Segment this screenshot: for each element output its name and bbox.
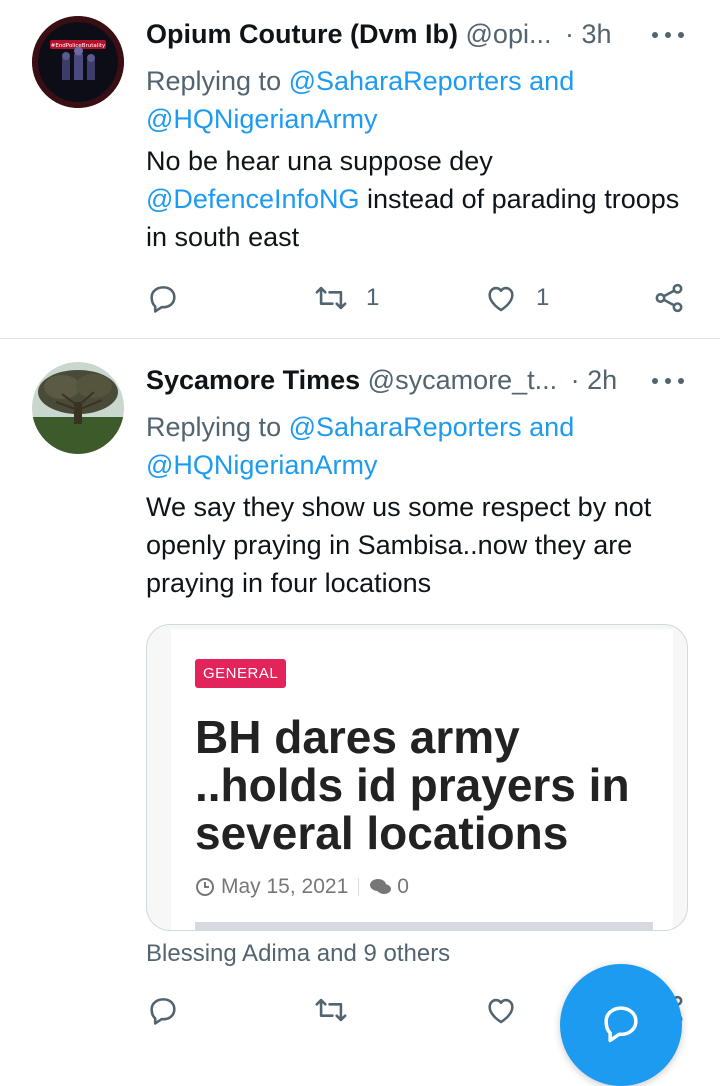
clock-icon <box>196 878 214 896</box>
more-icon[interactable] <box>648 16 688 52</box>
replying-and[interactable]: and <box>529 412 574 442</box>
user-handle[interactable]: @opi... <box>466 19 552 49</box>
avatar-image: #EndPoliceBrutality <box>32 16 124 108</box>
user-handle[interactable]: @sycamore_t... <box>368 365 557 395</box>
category-badge: GENERAL <box>195 659 287 688</box>
like-icon <box>488 998 514 1024</box>
comments-icon <box>370 879 392 894</box>
tweet-1[interactable]: #EndPoliceBrutality Opium Couture (Dvm I… <box>0 0 720 338</box>
mention-link[interactable]: @HQNigerianArmy <box>146 104 377 134</box>
like-icon <box>488 286 514 312</box>
avatar[interactable]: #EndPoliceBrutality <box>32 16 124 108</box>
timestamp[interactable]: · 2h <box>571 365 618 395</box>
replying-prefix: Replying to <box>146 412 282 442</box>
like-button[interactable]: 1 <box>484 278 549 318</box>
reply-button[interactable] <box>146 990 180 1030</box>
avatar-image <box>32 362 124 454</box>
mention-link[interactable]: @SaharaReporters <box>289 412 522 442</box>
retweet-count: 1 <box>366 284 380 311</box>
like-count: 1 <box>536 284 550 311</box>
tweet-text: We say they show us some respect by not … <box>146 492 652 598</box>
compose-reply-icon <box>604 1006 638 1043</box>
avatar[interactable] <box>32 362 124 454</box>
card-headline: BH dares army ..holds id prayers in seve… <box>195 711 630 859</box>
retweet-button[interactable] <box>314 990 348 1030</box>
tweet-text-part: No be hear una suppose dey <box>146 146 493 176</box>
more-icon[interactable] <box>648 362 688 398</box>
mention-link[interactable]: @SaharaReporters <box>289 66 522 96</box>
display-name[interactable]: Opium Couture (Dvm Ib) <box>146 19 458 49</box>
like-button[interactable] <box>484 990 518 1030</box>
card-image-strip <box>195 922 653 930</box>
tweet-actions: 1 1 <box>146 278 692 318</box>
share-icon <box>655 283 683 313</box>
display-name[interactable]: Sycamore Times <box>146 365 360 395</box>
share-button[interactable] <box>652 278 686 318</box>
replying-to: Replying to @SaharaReporters and @HQNige… <box>146 408 690 484</box>
retweet-icon <box>315 286 347 310</box>
mention-link[interactable]: @HQNigerianArmy <box>146 450 377 480</box>
tweet-header: Sycamore Times @sycamore_t... · 2h <box>146 362 690 398</box>
tweet-header: Opium Couture (Dvm Ib) @opi... · 3h <box>146 16 690 52</box>
link-card[interactable]: GENERAL BH dares army ..holds id prayers… <box>146 624 688 931</box>
card-date: May 15, 2021 <box>221 875 349 898</box>
retweet-button[interactable]: 1 <box>314 278 379 318</box>
replying-and[interactable]: and <box>529 66 574 96</box>
reply-icon <box>150 998 176 1025</box>
timestamp[interactable]: · 3h <box>565 19 612 49</box>
card-meta: May 15, 2021 0 <box>195 875 409 899</box>
tweet-text: No be hear una suppose dey @DefenceInfoN… <box>146 142 690 256</box>
card-comments: 0 <box>397 875 409 898</box>
liked-by[interactable]: Blessing Adima and 9 others <box>146 936 450 972</box>
meta-separator <box>358 878 360 896</box>
retweet-icon <box>315 998 347 1022</box>
mention-link[interactable]: @DefenceInfoNG <box>146 184 360 214</box>
reply-icon <box>150 286 176 313</box>
card-preview: GENERAL BH dares army ..holds id prayers… <box>171 629 673 930</box>
replying-to: Replying to @SaharaReporters and @HQNige… <box>146 62 690 138</box>
compose-reply-button[interactable] <box>560 964 682 1086</box>
replying-prefix: Replying to <box>146 66 282 96</box>
reply-button[interactable] <box>146 278 180 318</box>
